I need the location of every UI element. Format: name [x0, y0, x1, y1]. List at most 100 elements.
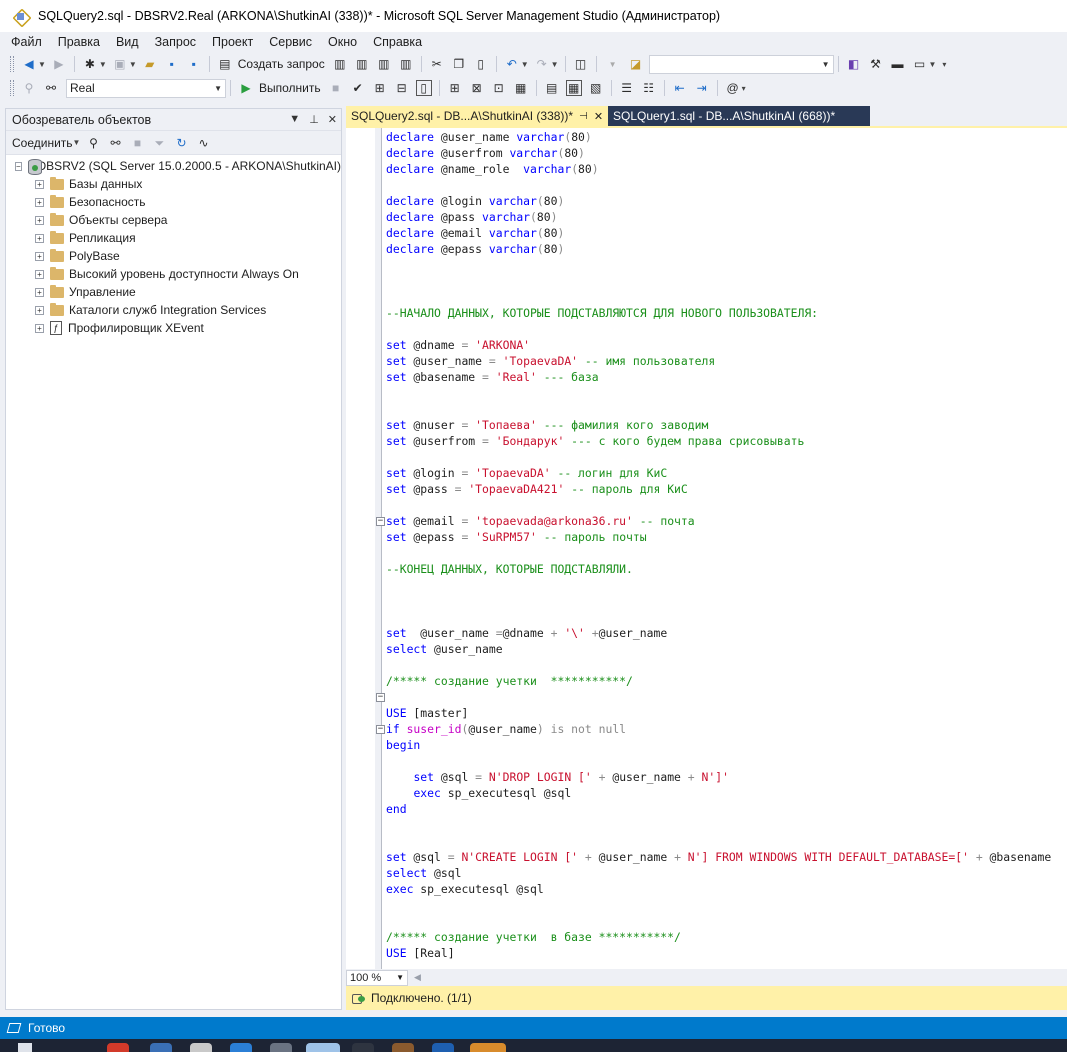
forward-icon[interactable]: ▶	[51, 56, 67, 72]
template-dropdown-icon[interactable]: ▾	[742, 84, 746, 93]
tree-node[interactable]: + Каталоги служб Integration Services	[6, 301, 341, 319]
code-line[interactable]: exec sp_executesql @sql	[386, 785, 571, 801]
tree-node[interactable]: + Управление	[6, 283, 341, 301]
sqlcmd-mode-icon[interactable]: ▦	[513, 80, 529, 96]
new-project-icon[interactable]: ✱	[82, 56, 98, 72]
menu-window[interactable]: Окно	[320, 35, 365, 49]
client-statistics-icon[interactable]: ⊡	[491, 80, 507, 96]
query-editor[interactable]: declare @user_name varchar(80) declare @u…	[346, 128, 1067, 969]
new-project-dropdown-icon[interactable]: ▼	[99, 60, 107, 69]
results-to-file-icon[interactable]: ▧	[588, 80, 604, 96]
results-to-grid-icon[interactable]: ▦	[565, 80, 582, 96]
activity-pulse-icon[interactable]: ∿	[195, 135, 211, 151]
execute-icon[interactable]: ▶	[238, 80, 254, 96]
command-window-icon[interactable]: ▭	[912, 56, 928, 72]
xmla-query-icon[interactable]: ▥	[376, 56, 392, 72]
code-line[interactable]: set @user_name = 'TopaevaDA' -- имя поль…	[386, 353, 715, 369]
code-line[interactable]: set @pass = 'TopaevaDA421' -- пароль для…	[386, 481, 688, 497]
code-line[interactable]: set @login = 'TopaevaDA' -- логин для Ки…	[386, 465, 667, 481]
copy-icon[interactable]: ❐	[451, 56, 467, 72]
undo-icon[interactable]: ↶	[504, 56, 520, 72]
code-line[interactable]: if suser_id(@user_name) is not null	[386, 721, 626, 737]
tree-node[interactable]: + ƒ Профилировщик XEvent	[6, 319, 341, 337]
code-line[interactable]: declare @epass varchar(80)	[386, 241, 564, 257]
menu-help[interactable]: Справка	[365, 35, 430, 49]
dmx-query-icon[interactable]: ▥	[354, 56, 370, 72]
new-query-button[interactable]: Создать запрос	[238, 57, 325, 71]
tree-node[interactable]: + Безопасность	[6, 193, 341, 211]
parse-checkmark-icon[interactable]: ✔	[350, 80, 366, 96]
code-line[interactable]: select @sql	[386, 865, 461, 881]
add-item-icon[interactable]: ▣	[112, 56, 128, 72]
collapse-icon[interactable]: −	[15, 161, 22, 171]
collapse-region-icon[interactable]: −	[376, 517, 385, 526]
execute-button[interactable]: Выполнить	[259, 81, 321, 95]
activity-monitor-icon[interactable]: ◫	[573, 56, 589, 72]
code-line[interactable]: begin	[386, 737, 420, 753]
back-icon[interactable]: ◀	[21, 56, 37, 72]
mdx-query-icon[interactable]: ▥	[332, 56, 348, 72]
add-item-dropdown-icon[interactable]: ▼	[129, 60, 137, 69]
collapse-region-icon[interactable]: −	[376, 693, 385, 702]
stop-icon[interactable]: ■	[129, 135, 145, 151]
tree-node[interactable]: + Базы данных	[6, 175, 341, 193]
taskbar-app-icon[interactable]	[470, 1043, 506, 1052]
taskbar-app-icon[interactable]	[392, 1043, 414, 1052]
taskbar-app-icon[interactable]	[270, 1043, 292, 1052]
cut-icon[interactable]: ✂	[429, 56, 445, 72]
code-line[interactable]: set @user_name =@dname + '\' +@user_name	[386, 625, 667, 641]
toolbar-grip[interactable]	[10, 56, 14, 72]
toolbar-grip[interactable]	[10, 80, 14, 96]
taskbar-app-icon[interactable]	[107, 1043, 129, 1052]
code-line[interactable]: end	[386, 801, 407, 817]
code-line[interactable]: declare @name_role varchar(80)	[386, 161, 599, 177]
tree-node[interactable]: + Репликация	[6, 229, 341, 247]
save-all-icon[interactable]: ▪	[186, 56, 202, 72]
code-line[interactable]: --КОНЕЦ ДАННЫХ, КОТОРЫЕ ПОДСТАВЛЯЛИ.	[386, 561, 633, 577]
dax-query-icon[interactable]: ▥	[398, 56, 414, 72]
code-line[interactable]: exec sp_executesql @sql	[386, 881, 544, 897]
menu-project[interactable]: Проект	[204, 35, 261, 49]
expand-icon[interactable]: +	[35, 269, 44, 279]
scroll-left-icon[interactable]: ◀	[414, 972, 421, 983]
command-dropdown-icon[interactable]: ▼	[929, 60, 937, 69]
code-line[interactable]: declare @pass varchar(80)	[386, 209, 557, 225]
change-connection-icon[interactable]: ⚯	[43, 80, 59, 96]
stop-icon[interactable]: ■	[328, 80, 344, 96]
code-line[interactable]: USE [master]	[386, 705, 468, 721]
expand-icon[interactable]: +	[35, 215, 44, 225]
code-line[interactable]: set @sql = N'DROP LOGIN [' + @user_name …	[386, 769, 729, 785]
new-query-icon[interactable]: ▤	[217, 56, 233, 72]
toolbar-overflow-icon[interactable]: ▾	[942, 60, 946, 69]
code-line[interactable]: declare @userfrom varchar(80)	[386, 145, 585, 161]
back-dropdown-icon[interactable]: ▼	[38, 60, 46, 69]
collapse-region-icon[interactable]: −	[376, 725, 385, 734]
expand-icon[interactable]: +	[35, 305, 44, 315]
code-line[interactable]: /***** создание учетки в базе **********…	[386, 929, 681, 945]
taskbar-app-icon[interactable]	[306, 1043, 340, 1052]
specify-template-values-icon[interactable]: @	[725, 80, 741, 96]
connect-dropdown-icon[interactable]: ▼	[73, 138, 81, 147]
code-line[interactable]: set @basename = 'Real' --- база	[386, 369, 599, 385]
close-icon[interactable]: ✕	[328, 113, 337, 126]
tree-node[interactable]: + PolyBase	[6, 247, 341, 265]
code-line[interactable]: set @epass = 'SuRPM57' -- пароль почты	[386, 529, 647, 545]
live-query-stats-icon[interactable]: ⊠	[469, 80, 485, 96]
menu-query[interactable]: Запрос	[147, 35, 204, 49]
increase-indent-icon[interactable]: ⇥	[694, 80, 710, 96]
redo-dropdown-icon[interactable]: ▼	[551, 60, 559, 69]
solution-config-dropdown-icon[interactable]: ▼	[609, 60, 617, 69]
comment-out-icon[interactable]: ☰	[619, 80, 635, 96]
code-line[interactable]: set @nuser = 'Топаева' --- фамилия кого …	[386, 417, 708, 433]
code-line[interactable]: --НАЧАЛО ДАННЫХ, КОТОРЫЕ ПОДСТАВЛЯЮТСЯ Д…	[386, 305, 818, 321]
tab-sqlquery2[interactable]: SQLQuery2.sql - DB...A\ShutkinAI (338))*…	[346, 106, 609, 126]
expand-icon[interactable]: +	[35, 323, 44, 333]
taskbar-app-icon[interactable]	[352, 1043, 374, 1052]
save-icon[interactable]: ▪	[164, 56, 180, 72]
taskbar-app-icon[interactable]	[230, 1043, 252, 1052]
connect-icon[interactable]: ⚲	[21, 80, 37, 96]
code-line[interactable]: set @sql = N'CREATE LOGIN [' + @user_nam…	[386, 849, 1051, 865]
pin-icon[interactable]: ⊣	[579, 111, 588, 122]
expand-icon[interactable]: +	[35, 287, 44, 297]
zoom-selector[interactable]: 100 % ▼	[346, 969, 408, 986]
